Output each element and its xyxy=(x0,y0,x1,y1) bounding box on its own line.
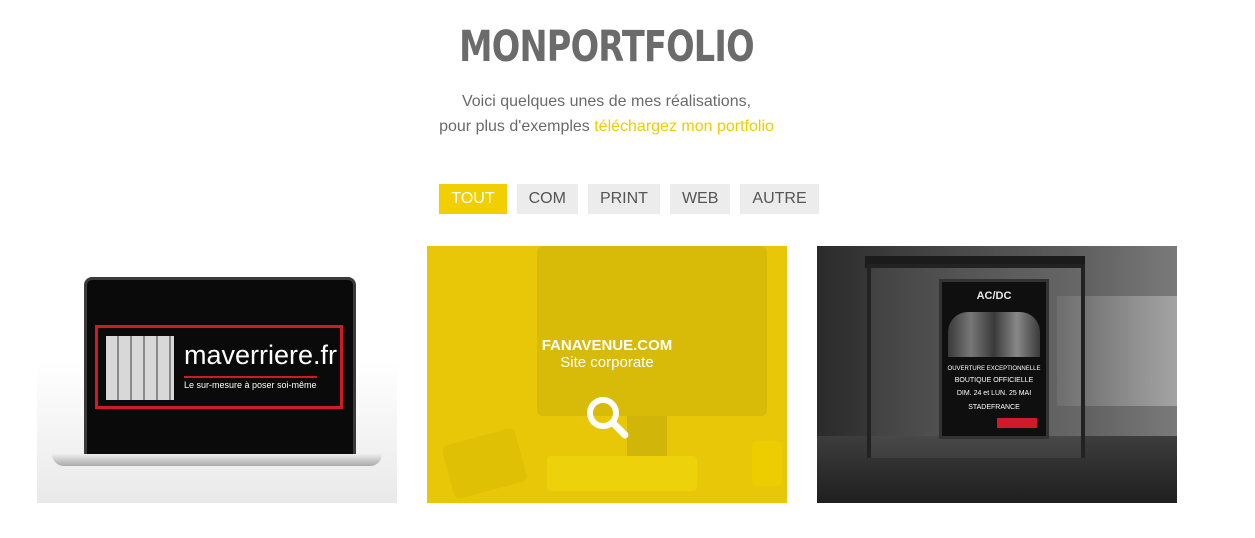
poster-red-banner xyxy=(997,418,1037,428)
window-panels-graphic xyxy=(106,336,174,400)
filter-com-button[interactable]: COM xyxy=(516,184,578,214)
hover-overlay xyxy=(427,246,787,503)
intro-line-1: Voici quelques unes de mes réalisations, xyxy=(461,93,752,110)
portfolio-item-fanavenue[interactable]: FANAVENUE.COM Site corporate xyxy=(427,246,787,503)
acdc-poster: AC/DC OUVERTURE EXCEPTIONNELLE BOUTIQUE … xyxy=(939,279,1049,439)
maverriere-tagline: Le sur-mesure à poser soi-même xyxy=(184,376,317,390)
intro-text: Voici quelques unes de mes réalisations,… xyxy=(0,89,1213,139)
poster-line-1: OUVERTURE EXCEPTIONNELLE xyxy=(947,366,1041,372)
maverriere-brand: maverriere.fr xyxy=(184,340,338,370)
laptop-image: maverriere.fr Le sur-mesure à poser soi-… xyxy=(84,277,356,463)
download-portfolio-link[interactable]: téléchargez mon portfolio xyxy=(594,118,774,135)
filter-tout-button[interactable]: TOUT xyxy=(439,184,507,214)
page-title: MONPORTFOLIO xyxy=(459,22,754,72)
filter-autre-button[interactable]: AUTRE xyxy=(740,184,819,214)
portfolio-item-maverriere[interactable]: maverriere.fr Le sur-mesure à poser soi-… xyxy=(37,246,397,503)
filter-web-button[interactable]: WEB xyxy=(669,184,731,214)
poster-band: AC/DC xyxy=(976,290,1012,302)
poster-venue: STADEFRANCE xyxy=(968,404,1020,411)
intro-line-2-prefix: pour plus d'exemples xyxy=(439,118,595,135)
filter-bar: TOUT COM PRINT WEB AUTRE xyxy=(0,184,1255,214)
portfolio-item-acdc[interactable]: AC/DC OUVERTURE EXCEPTIONNELLE BOUTIQUE … xyxy=(817,246,1177,503)
poster-line-3: DIM. 24 et LUN. 25 MAI xyxy=(956,390,1032,397)
poster-line-2: BOUTIQUE OFFICIELLE xyxy=(954,377,1034,384)
poster-photo xyxy=(948,312,1040,357)
item-subtitle: Site corporate xyxy=(560,354,654,371)
search-icon[interactable] xyxy=(584,394,630,440)
filter-print-button[interactable]: PRINT xyxy=(587,184,660,214)
laptop-base xyxy=(52,454,382,466)
maverriere-logo: maverriere.fr Le sur-mesure à poser soi-… xyxy=(95,325,343,409)
item-title: FANAVENUE.COM xyxy=(541,337,673,354)
